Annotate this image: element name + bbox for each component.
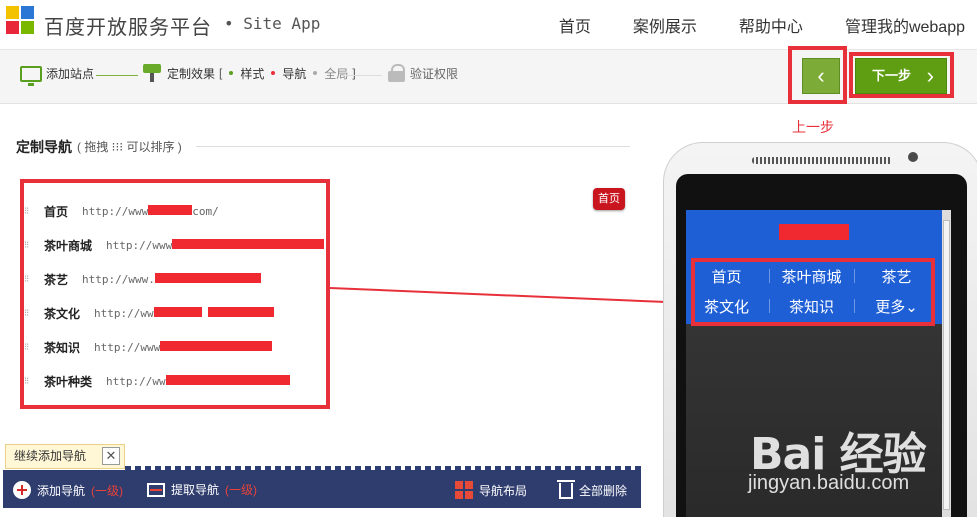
nav-layout-button[interactable]: 导航布局 xyxy=(455,481,527,499)
top-header: 百度开放服务平台 • Site App 首页 案例展示 帮助中心 管理我的web… xyxy=(0,0,977,50)
nav-item-url[interactable]: http://www com/ xyxy=(82,204,219,218)
step-nav-label[interactable]: 导航 xyxy=(282,65,306,82)
step-verify[interactable]: 验证权限 xyxy=(388,64,458,82)
add-nav-label: 添加导航 xyxy=(37,483,86,498)
section-hint: ( 拖拽 ⁝⁝⁝ 可以排序 ) xyxy=(77,140,182,154)
step-global-label[interactable]: 全局 xyxy=(324,65,348,82)
nav-item-url[interactable]: http://ww xyxy=(106,374,290,388)
extract-nav-label: 提取导航 xyxy=(171,483,220,497)
annotation-prev-label: 上一步 xyxy=(792,119,834,135)
drag-handle-icon[interactable]: ⁝⁝ xyxy=(24,240,34,251)
extract-nav-level: (一级) xyxy=(225,483,258,497)
step-customize[interactable]: 定制效果 [ 样式 导航 全局 ] xyxy=(143,64,356,82)
drag-handle-icon[interactable]: ⁝⁝ xyxy=(24,376,34,387)
top-nav-home[interactable]: 首页 xyxy=(559,13,591,37)
top-nav: 首页 案例展示 帮助中心 管理我的webapp xyxy=(559,13,965,37)
watermark-url: jingyan.baidu.com xyxy=(748,472,910,494)
trash-icon xyxy=(557,480,575,499)
drag-handle-icon[interactable]: ⁝⁝ xyxy=(24,274,34,285)
brush-icon xyxy=(143,64,163,82)
monitor-icon xyxy=(20,65,42,86)
nav-layout-label: 导航布局 xyxy=(479,483,528,498)
add-nav-tooltip-label: 继续添加导航 xyxy=(14,449,87,463)
nav-item-name[interactable]: 茶知识 xyxy=(44,339,80,356)
green-dot-icon xyxy=(229,71,234,75)
grid-layout-icon xyxy=(455,481,473,499)
brand-subtitle: • Site App xyxy=(224,14,321,33)
scrollbar-thumb[interactable] xyxy=(943,220,950,510)
step-customize-label: 定制效果 xyxy=(167,66,216,81)
annotation-box-next xyxy=(849,52,954,98)
drag-handle-icon[interactable]: ⁝⁝ xyxy=(24,206,34,217)
drag-handle-icon[interactable]: ⁝⁝ xyxy=(24,308,34,319)
add-nav-tooltip[interactable]: 继续添加导航 ✕ xyxy=(5,444,125,469)
page-root: 百度开放服务平台 • Site App 首页 案例展示 帮助中心 管理我的web… xyxy=(0,0,977,517)
top-nav-help[interactable]: 帮助中心 xyxy=(739,13,803,37)
list-item[interactable]: ⁝⁝ 首页 http://www com/ xyxy=(24,202,219,220)
home-badge: 首页 xyxy=(593,188,625,210)
list-item[interactable]: ⁝⁝ 茶叶种类 http://ww xyxy=(24,372,290,390)
baidu-logo-icon[interactable] xyxy=(6,6,36,36)
plus-icon xyxy=(13,481,31,499)
nav-item-url[interactable]: http://www xyxy=(106,238,325,252)
lock-icon xyxy=(388,64,406,82)
divider xyxy=(196,146,630,147)
delete-all-button[interactable]: 全部删除 xyxy=(557,480,628,499)
close-icon[interactable]: ✕ xyxy=(102,447,120,465)
section-title: 定制导航 xyxy=(16,139,72,155)
top-nav-manage[interactable]: 管理我的webapp xyxy=(845,13,965,37)
step-style-label[interactable]: 样式 xyxy=(240,65,264,82)
delete-all-label: 全部删除 xyxy=(579,483,628,498)
annotation-box-phone-nav xyxy=(691,258,935,326)
annotation-arrow xyxy=(329,287,684,310)
camera-icon xyxy=(908,152,918,162)
nav-list: ⁝⁝ 首页 http://www com/ ⁝⁝ 茶叶商城 http://www … xyxy=(24,182,326,407)
add-nav-button[interactable]: 添加导航 (一级) xyxy=(13,481,123,499)
extract-icon xyxy=(147,482,165,497)
extract-nav-button[interactable]: 提取导航 (一级) xyxy=(147,481,257,498)
step-connector xyxy=(342,75,382,76)
nav-item-url[interactable]: http://www. xyxy=(82,272,261,286)
step-verify-label: 验证权限 xyxy=(410,66,459,81)
list-item[interactable]: ⁝⁝ 茶叶商城 http://www xyxy=(24,236,325,254)
red-dot-icon xyxy=(271,71,276,75)
brand-title[interactable]: 百度开放服务平台 xyxy=(44,11,212,40)
nav-item-url[interactable]: http://ww xyxy=(94,306,274,320)
step-connector xyxy=(96,75,138,76)
nav-item-name[interactable]: 茶文化 xyxy=(44,305,80,322)
nav-item-url[interactable]: http://www xyxy=(94,340,273,354)
list-item[interactable]: ⁝⁝ 茶艺 http://www. xyxy=(24,270,261,288)
nav-item-name[interactable]: 茶叶商城 xyxy=(44,237,92,254)
annotation-box-prev xyxy=(788,46,847,104)
speaker-icon xyxy=(752,157,892,164)
step-add-site-label: 添加站点 xyxy=(46,67,95,81)
nav-item-name[interactable]: 茶艺 xyxy=(44,271,68,288)
list-item[interactable]: ⁝⁝ 茶知识 http://www xyxy=(24,338,273,356)
nav-item-name[interactable]: 首页 xyxy=(44,203,68,220)
app-title-redacted xyxy=(779,224,849,240)
bottom-toolbar: 添加导航 (一级) 提取导航 (一级) 导航布局 全部删除 xyxy=(3,470,641,508)
add-nav-level: (一级) xyxy=(91,483,124,498)
step-add-site[interactable]: 添加站点 xyxy=(20,65,95,86)
gray-dot-icon xyxy=(313,71,318,75)
drag-handle-icon[interactable]: ⁝⁝ xyxy=(24,342,34,353)
nav-item-name[interactable]: 茶叶种类 xyxy=(44,373,92,390)
list-item[interactable]: ⁝⁝ 茶文化 http://ww xyxy=(24,304,274,322)
top-nav-cases[interactable]: 案例展示 xyxy=(633,13,697,37)
